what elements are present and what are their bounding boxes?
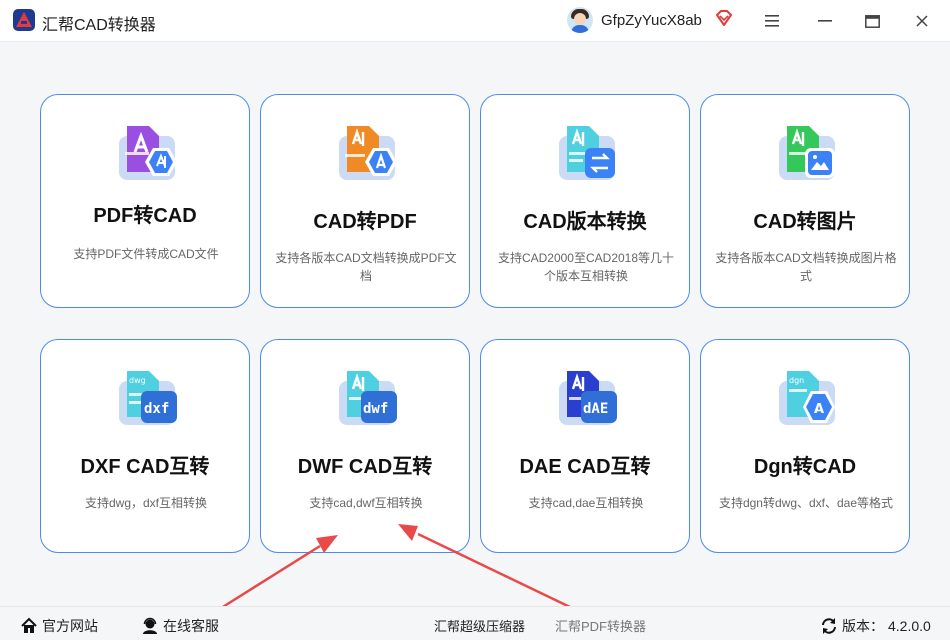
menu-icon[interactable] [759, 8, 785, 34]
refresh-icon [822, 618, 836, 634]
card-cad-to-pdf[interactable]: CAD转PDF 支持各版本CAD文档转换成PDF文档 [260, 94, 470, 308]
card-title: DXF CAD互转 [80, 456, 210, 478]
card-title: CAD版本转换 [523, 211, 647, 233]
online-support-label: 在线客服 [163, 618, 219, 634]
username[interactable]: GfpZyYucX8ab [601, 12, 702, 29]
card-dwf-cad[interactable]: dwf DWF CAD互转 支持cad,dwf互相转换 [260, 339, 470, 553]
close-icon[interactable] [909, 8, 935, 34]
card-title: PDF转CAD [93, 205, 197, 227]
card-dxf-cad[interactable]: dwg dxf DXF CAD互转 支持dwg，dxf互相转换 [40, 339, 250, 553]
compressor-label: 汇帮超级压缩器 [434, 619, 526, 634]
title-bar: 汇帮CAD转换器 GfpZyYucX8ab [0, 0, 950, 42]
card-title: CAD转图片 [753, 211, 857, 233]
card-title: DWF CAD互转 [297, 456, 433, 478]
dae-cad-icon: dAE [559, 371, 617, 425]
compressor-link[interactable]: 汇帮超级压缩器 [434, 616, 525, 635]
card-title: CAD转PDF [313, 211, 417, 233]
pdf-converter-label: 汇帮PDF转换器 [555, 619, 647, 634]
card-dgn-to-cad[interactable]: dgn A Dgn转CAD 支持dgn转dwg、dxf、dae等格式 [700, 339, 910, 553]
dae-badge: dAE [583, 401, 608, 417]
user-avatar[interactable] [567, 7, 593, 33]
cad-version-icon [559, 126, 615, 180]
card-pdf-to-cad[interactable]: PDF转CAD 支持PDF文件转成CAD文件 [40, 94, 250, 308]
dxf-cad-icon: dwg dxf [119, 371, 177, 425]
card-description: 支持cad,dae互相转换 [528, 496, 644, 510]
dwg-tag: dwg [129, 376, 146, 385]
card-description: 支持dgn转dwg、dxf、dae等格式 [718, 496, 894, 510]
minimize-icon[interactable] [812, 8, 838, 34]
dwf-cad-icon: dwf [339, 371, 397, 425]
version-number: 4.2.0.0 [888, 618, 931, 634]
card-description: 支持PDF文件转成CAD文件 [73, 247, 219, 261]
card-cad-to-image[interactable]: CAD转图片 支持各版本CAD文档转换成图片格式 [700, 94, 910, 308]
card-title: DAE CAD互转 [519, 456, 651, 478]
dgn-tag: dgn [789, 376, 804, 385]
card-title: Dgn转CAD [753, 456, 857, 478]
version-label: 版本： [842, 618, 884, 634]
arrow-left-shaft [217, 544, 321, 612]
app-window: 汇帮CAD转换器 GfpZyYucX8ab PDF转CAD 支持PDF文件转成C… [0, 0, 950, 640]
online-support-link[interactable]: 在线客服 [141, 616, 219, 636]
card-description: 支持各版本CAD文档转换成PDF文档 [275, 251, 457, 283]
maximize-icon[interactable] [859, 8, 885, 34]
pdf-to-cad-icon [119, 126, 177, 180]
card-description: 支持各版本CAD文档转换成图片格式 [715, 251, 897, 283]
vip-diamond-icon[interactable] [715, 10, 733, 26]
status-bar: 官方网站 在线客服 汇帮超级压缩器 汇帮PDF转换器 版本： 4.2.0.0 [0, 606, 950, 640]
cad-a-badge: A [814, 402, 824, 417]
dxf-badge: dxf [144, 401, 169, 417]
app-logo-icon [13, 9, 35, 31]
home-icon [21, 617, 37, 633]
pdf-converter-link[interactable]: 汇帮PDF转换器 [555, 616, 646, 635]
card-description: 支持dwg，dxf互相转换 [84, 496, 208, 510]
card-description: 支持cad,dwf互相转换 [309, 496, 423, 510]
card-cad-version-convert[interactable]: CAD版本转换 支持CAD2000至CAD2018等几十个版本互相转换 [480, 94, 690, 308]
support-agent-icon [143, 617, 157, 634]
cad-to-pdf-icon [339, 126, 397, 180]
official-website-link[interactable]: 官方网站 [20, 616, 98, 636]
card-dae-cad[interactable]: dAE DAE CAD互转 支持cad,dae互相转换 [480, 339, 690, 553]
dgn-to-cad-icon: dgn A [779, 371, 835, 425]
version-info[interactable]: 版本： 4.2.0.0 [820, 616, 931, 636]
app-title: 汇帮CAD转换器 [42, 17, 156, 34]
official-website-label: 官方网站 [42, 618, 98, 634]
cad-to-image-icon [779, 126, 835, 180]
card-description: 支持CAD2000至CAD2018等几十个版本互相转换 [497, 251, 675, 283]
dwf-badge: dwf [363, 401, 388, 417]
